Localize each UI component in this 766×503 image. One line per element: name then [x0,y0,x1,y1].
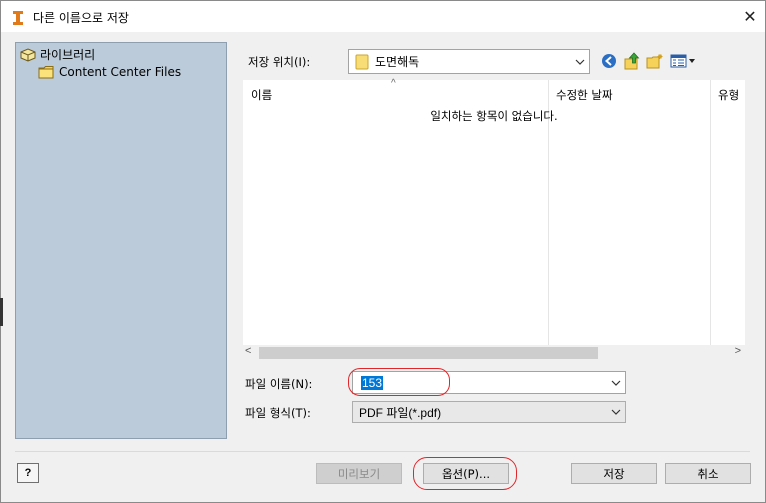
cancel-button[interactable]: 취소 [665,463,751,484]
chevron-down-icon [575,59,585,65]
up-folder-icon [624,52,640,70]
tree-item-label: 라이브러리 [40,48,96,62]
sort-indicator-icon: ^ [391,78,396,89]
tree-item-label: Content Center Files [59,65,182,79]
window-edge-mark [0,298,3,326]
file-name-label: 파일 이름(N): [245,377,313,391]
new-folder-button[interactable] [646,52,664,70]
back-arrow-icon [602,54,616,68]
column-header-type[interactable]: 유형 [718,87,739,103]
library-tree[interactable]: 라이브러리 Content Center Files [15,42,227,439]
dialog-title: 다른 이름으로 저장 [33,11,129,25]
save-location-value: 도면해독 [375,55,420,69]
tree-item-content-center[interactable]: Content Center Files [38,65,181,79]
library-icon [20,47,36,62]
footer-divider [15,451,750,452]
new-folder-icon [646,54,663,69]
file-list[interactable]: ^ 이름 수정한 날짜 유형 일치하는 항목이 없습니다. < > [243,78,745,361]
column-header-date[interactable]: 수정한 날짜 [556,87,613,103]
file-type-value: PDF 파일(*.pdf) [359,405,442,420]
view-menu-icon [670,54,695,68]
app-icon [13,11,23,25]
view-menu-button[interactable] [670,52,696,70]
chevron-down-icon[interactable] [611,380,621,386]
scroll-right-icon[interactable]: > [735,345,741,357]
help-icon: ? [24,467,32,479]
back-button[interactable] [600,52,618,70]
folder-icon [355,54,369,69]
column-header-name[interactable]: 이름 [251,87,272,103]
scroll-left-icon[interactable]: < [245,345,251,357]
chevron-down-icon [611,409,621,415]
up-folder-button[interactable] [623,52,641,70]
preview-button[interactable]: 미리보기 [316,463,402,484]
close-icon: ✕ [743,9,757,26]
file-type-label: 파일 형식(T): [245,406,311,420]
title-bar: 다른 이름으로 저장 ✕ [1,1,765,32]
highlight-ring-file-name [348,368,450,396]
scrollbar-thumb[interactable] [259,347,598,359]
close-button[interactable]: ✕ [737,5,763,29]
help-button[interactable]: ? [17,463,39,483]
tree-item-library[interactable]: 라이브러리 [20,46,95,63]
empty-list-message: 일치하는 항목이 없습니다. [430,109,558,123]
highlight-ring-options [413,457,517,490]
save-location-label: 저장 위치(I): [248,55,311,69]
save-location-select[interactable]: 도면해독 [348,49,590,74]
save-button[interactable]: 저장 [571,463,657,484]
horizontal-scrollbar[interactable]: < > [243,345,745,361]
folder-icon [38,66,54,79]
file-type-select[interactable]: PDF 파일(*.pdf) [352,401,626,423]
